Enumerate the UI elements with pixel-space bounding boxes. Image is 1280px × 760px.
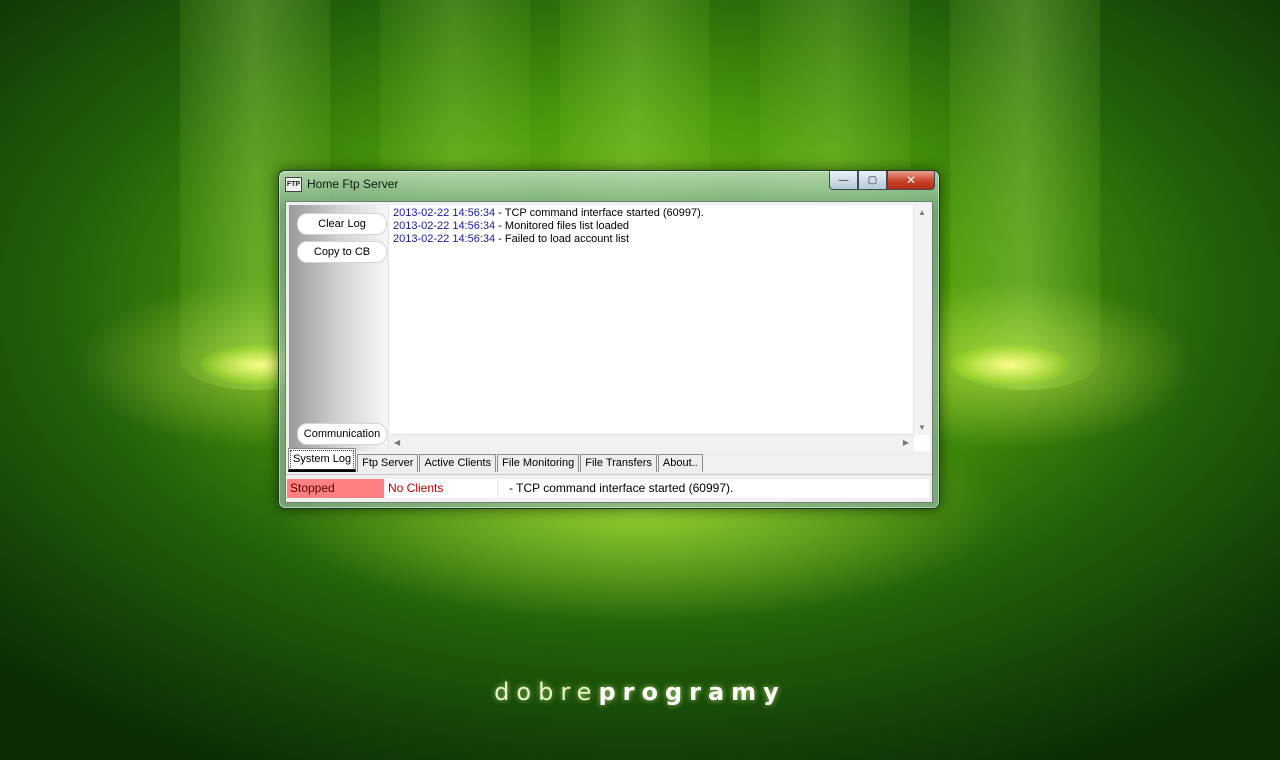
minimize-button[interactable]: —: [829, 171, 858, 190]
wallpaper-glow: [950, 345, 1070, 385]
tab-strip: System Log Ftp Server Active Clients Fil…: [288, 448, 704, 472]
server-status-badge: Stopped: [287, 479, 384, 498]
log-message: - TCP command interface started (60997).: [495, 207, 704, 219]
app-window: FTP Home Ftp Server — ▢ ✕ Clear Log Copy…: [278, 170, 940, 509]
clients-status: No Clients: [385, 479, 497, 498]
scroll-down-icon[interactable]: ▼: [918, 423, 926, 432]
log-timestamp: 2013-02-22 14:56:34: [393, 233, 496, 245]
log-timestamp: 2013-02-22 14:56:34: [393, 220, 496, 232]
clear-log-button[interactable]: Clear Log: [297, 213, 387, 235]
log-message: - Monitored files list loaded: [495, 220, 630, 232]
window-controls: — ▢ ✕: [829, 171, 935, 190]
log-entry: 2013-02-22 14:56:34 - TCP command interf…: [393, 207, 704, 220]
status-message: - TCP command interface started (60997).: [499, 479, 929, 498]
tab-file-monitoring[interactable]: File Monitoring: [497, 454, 580, 472]
title-bar[interactable]: FTP Home Ftp Server — ▢ ✕: [279, 171, 939, 197]
log-timestamp: 2013-02-22 14:56:34: [393, 207, 496, 219]
tab-active-clients[interactable]: Active Clients: [419, 454, 497, 472]
brand-light: dobre: [494, 678, 599, 706]
tab-ftp-server[interactable]: Ftp Server: [357, 454, 419, 472]
log-lines: 2013-02-22 14:56:34 - TCP command interf…: [393, 207, 704, 246]
maximize-icon: ▢: [867, 174, 878, 186]
scroll-up-icon[interactable]: ▲: [918, 208, 926, 217]
horizontal-scrollbar[interactable]: ◀ ▶: [389, 434, 914, 451]
status-bar: Stopped No Clients - TCP command interfa…: [286, 474, 932, 502]
tab-file-transfers[interactable]: File Transfers: [580, 454, 657, 472]
log-entry: 2013-02-22 14:56:34 - Failed to load acc…: [393, 233, 704, 246]
window-title: Home Ftp Server: [307, 177, 399, 191]
minimize-icon: —: [838, 174, 849, 186]
vertical-scrollbar[interactable]: ▲ ▼: [913, 205, 930, 435]
communication-button[interactable]: Communication: [297, 423, 387, 445]
log-entry: 2013-02-22 14:56:34 - Monitored files li…: [393, 220, 704, 233]
log-message: - Failed to load account list: [495, 233, 630, 245]
scroll-right-icon[interactable]: ▶: [903, 438, 909, 447]
wallpaper-brand-logo: dobreprogramy: [0, 678, 1280, 706]
system-log-view[interactable]: 2013-02-22 14:56:34 - TCP command interf…: [388, 205, 930, 451]
log-side-panel: Clear Log Copy to CB Communication: [289, 205, 387, 451]
wallpaper-pillar: [950, 0, 1100, 390]
close-icon: ✕: [905, 173, 917, 187]
copy-to-clipboard-button[interactable]: Copy to CB: [297, 241, 387, 263]
scroll-left-icon[interactable]: ◀: [394, 438, 400, 447]
maximize-button[interactable]: ▢: [858, 171, 887, 190]
brand-bold: programy: [598, 678, 786, 706]
ftp-app-icon[interactable]: FTP: [285, 177, 302, 192]
tab-system-log[interactable]: System Log: [288, 448, 357, 472]
close-button[interactable]: ✕: [887, 171, 935, 190]
window-client-area: Clear Log Copy to CB Communication 2013-…: [285, 201, 933, 503]
tab-about[interactable]: About..: [657, 454, 703, 472]
